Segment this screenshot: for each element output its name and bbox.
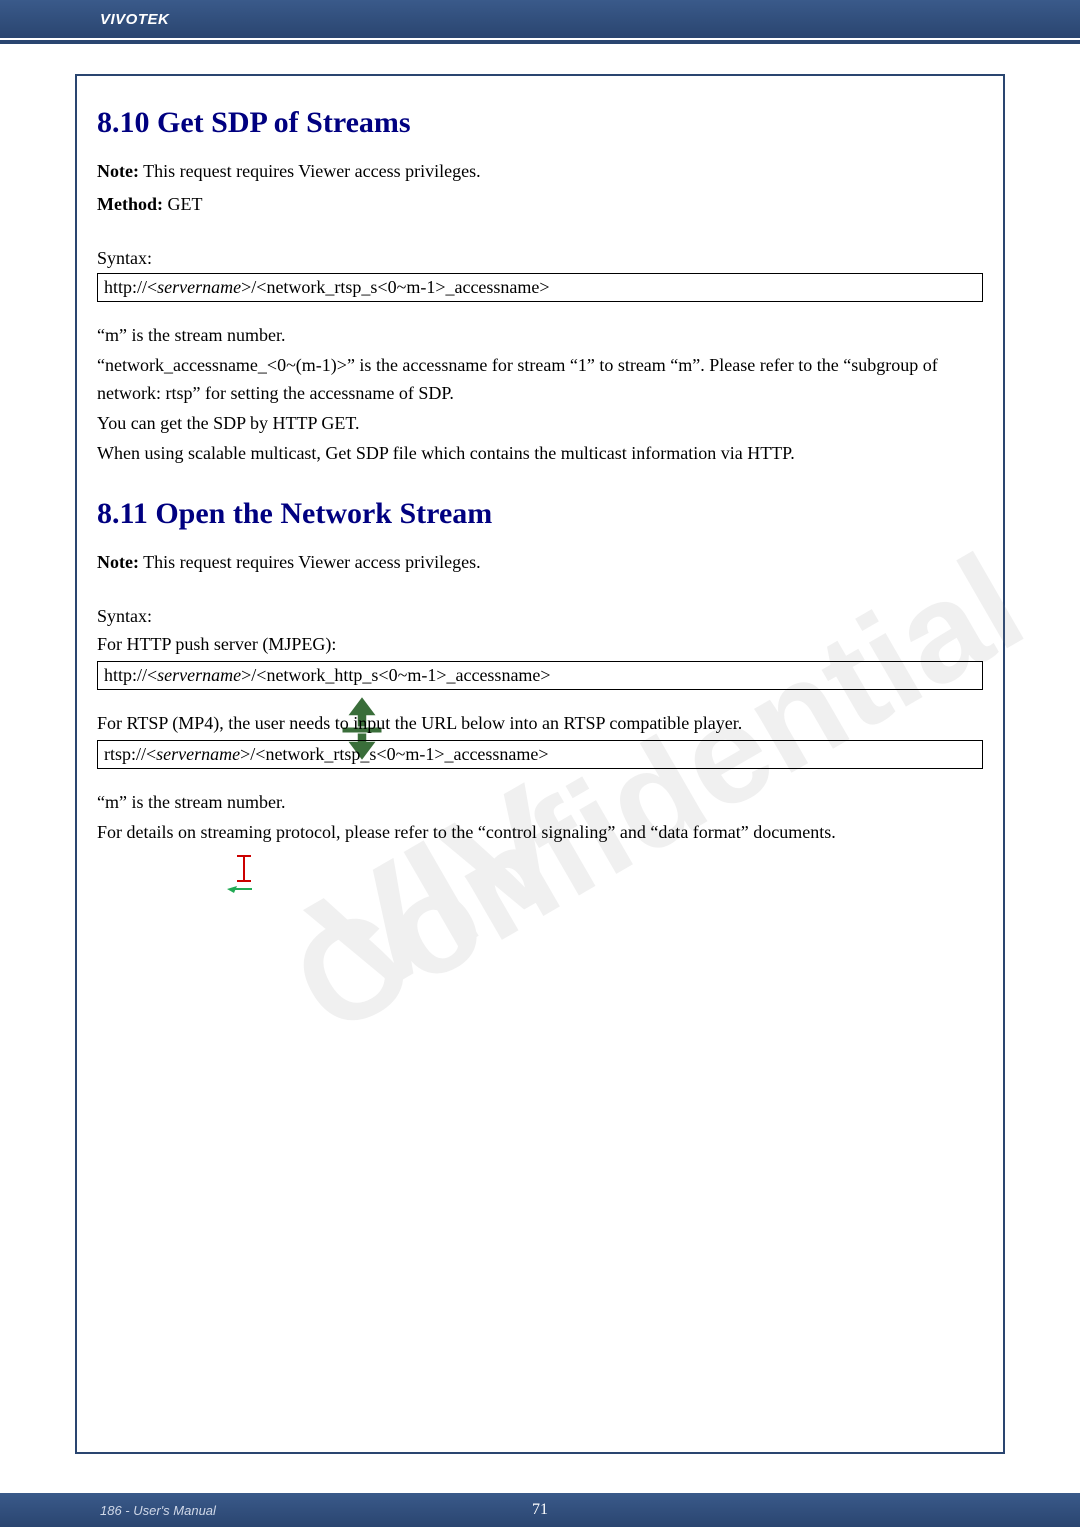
syntax-label-1: Syntax: <box>97 248 983 269</box>
method-label: Method: <box>97 194 163 214</box>
code1-servername: servername <box>157 277 241 297</box>
code3-suffix: >/<network_rtsp_s<0~m-1>_accessname> <box>240 744 548 764</box>
syntax-label-2: Syntax: <box>97 606 983 627</box>
code1-prefix: http://< <box>104 277 157 297</box>
code3-prefix: rtsp://< <box>104 744 156 764</box>
rtsp-label: For RTSP (MP4), the user needs to input … <box>97 710 983 738</box>
code-box-2: http://<servername>/<network_http_s<0~m-… <box>97 661 983 690</box>
method-value: GET <box>163 194 203 214</box>
code2-prefix: http://< <box>104 665 157 685</box>
cursor-edit-icon <box>222 851 267 896</box>
mjpeg-label: For HTTP push server (MJPEG): <box>97 631 983 659</box>
code1-suffix: >/<network_rtsp_s<0~m-1>_accessname> <box>241 277 549 297</box>
brand-logo: VIVOTEK <box>100 11 169 28</box>
section-title-8-10: 8.10 Get SDP of Streams <box>97 106 983 140</box>
note-line-1: Note: This request requires Viewer acces… <box>97 158 983 185</box>
method-line: Method: GET <box>97 191 983 218</box>
para-multicast: When using scalable multicast, Get SDP f… <box>97 440 983 468</box>
note-label-2: Note: <box>97 552 139 572</box>
code2-servername: servername <box>157 665 241 685</box>
para-details: For details on streaming protocol, pleas… <box>97 819 983 847</box>
footer-center-page: 71 <box>532 1501 548 1519</box>
para-block-1: “m” is the stream number. “network_acces… <box>97 322 983 467</box>
code2-suffix: >/<network_http_s<0~m-1>_accessname> <box>241 665 550 685</box>
section-title-8-11: 8.11 Open the Network Stream <box>97 497 983 531</box>
para-accessname: “network_accessname_<0~(m-1)>” is the ac… <box>97 352 983 408</box>
header-divider <box>0 40 1080 44</box>
code-box-3: rtsp://<servername>/<network_rtsp_s<0~m-… <box>97 740 983 769</box>
code-box-1: http://<servername>/<network_rtsp_s<0~m-… <box>97 273 983 302</box>
para-m-stream-2: “m” is the stream number. <box>97 789 983 817</box>
para-http-get: You can get the SDP by HTTP GET. <box>97 410 983 438</box>
note-text-2: This request requires Viewer access priv… <box>139 552 481 572</box>
footer-page-info: 186 - User's Manual <box>100 1503 216 1518</box>
footer-bar: 186 - User's Manual 71 <box>0 1493 1080 1527</box>
note-line-2: Note: This request requires Viewer acces… <box>97 549 983 576</box>
content-frame: Confidential VIV 8.10 Get SDP of Streams… <box>75 74 1005 1454</box>
code3-servername: servername <box>156 744 240 764</box>
note-label-1: Note: <box>97 161 139 181</box>
para-m-stream: “m” is the stream number. <box>97 322 983 350</box>
header-bar: VIVOTEK <box>0 0 1080 38</box>
note-text-1: This request requires Viewer access priv… <box>139 161 481 181</box>
